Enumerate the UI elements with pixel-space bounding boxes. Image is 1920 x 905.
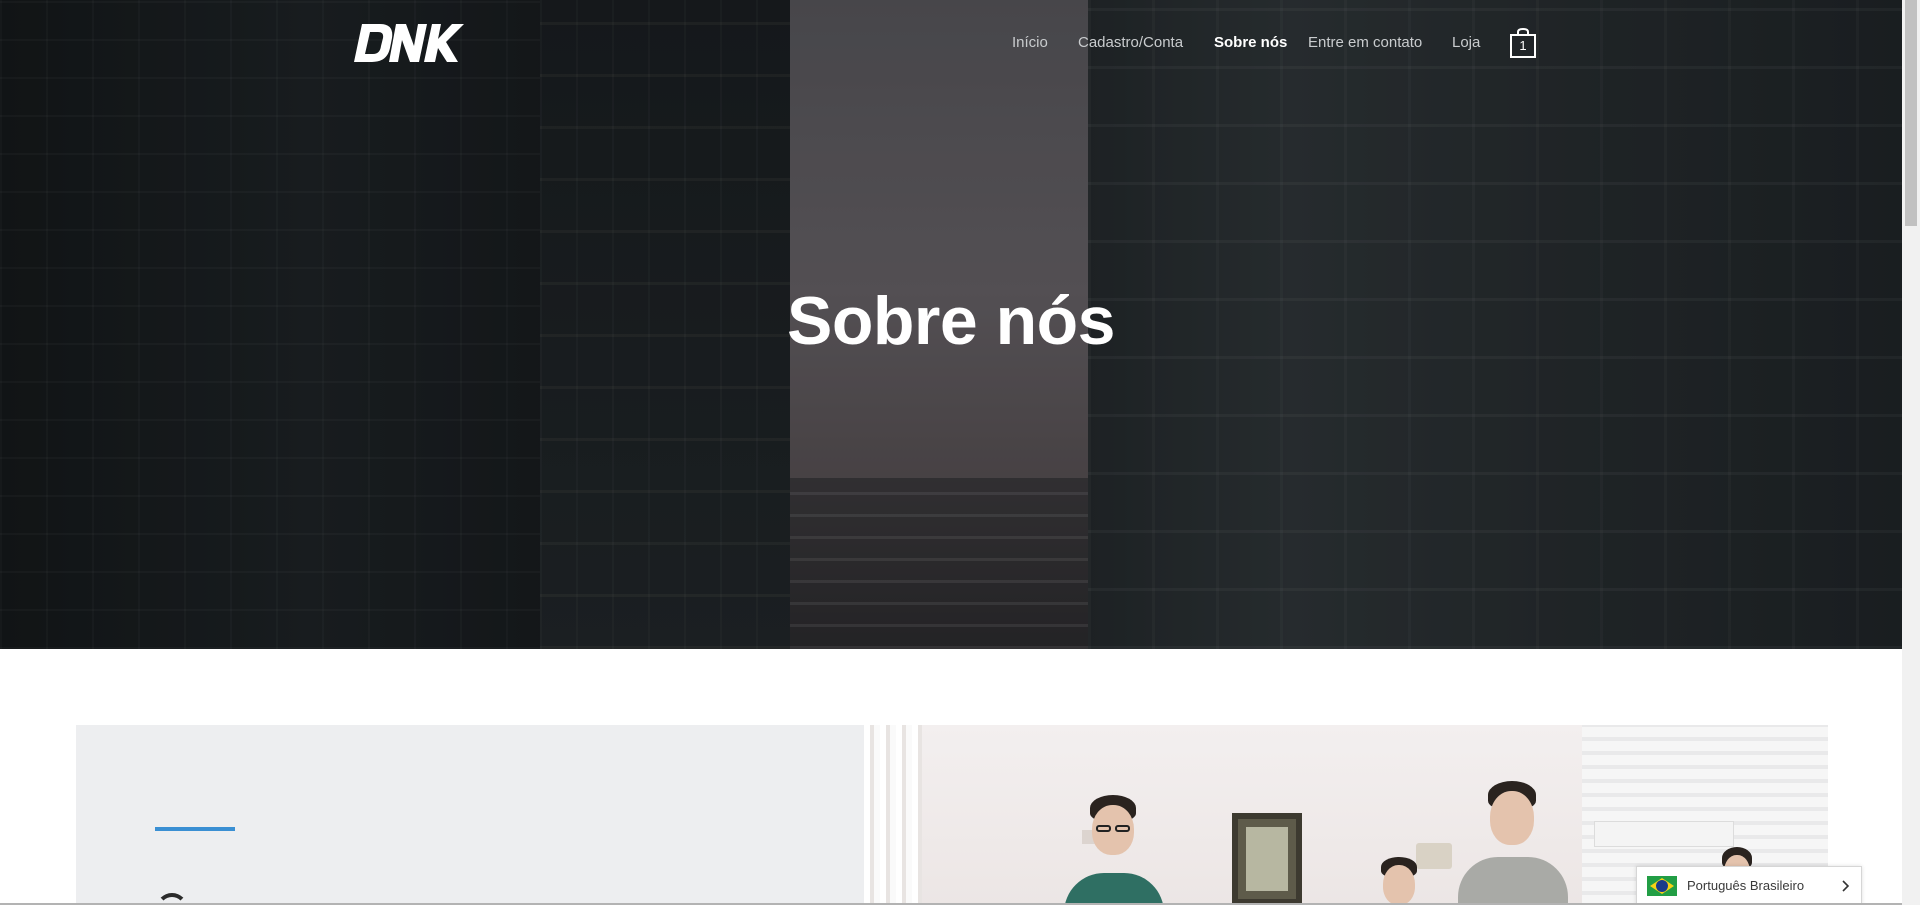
page-scrollbar[interactable]: [1902, 0, 1920, 905]
language-switcher[interactable]: Português Brasileiro: [1636, 866, 1862, 905]
nav-item-sobre-nos[interactable]: Sobre nós: [1214, 34, 1287, 51]
nav-item-entre-em-contato[interactable]: Entre em contato: [1308, 34, 1422, 51]
site-header: Início Cadastro/Conta Sobre nós Entre em…: [0, 0, 1902, 88]
photo-air-conditioner: [1594, 821, 1734, 847]
scrollbar-thumb[interactable]: [1905, 0, 1917, 226]
main-nav: Início Cadastro/Conta Sobre nós Entre em…: [0, 30, 1902, 60]
about-section: [0, 649, 1902, 905]
chevron-right-icon: [1842, 880, 1850, 892]
nav-item-cadastro-conta[interactable]: Cadastro/Conta: [1078, 34, 1183, 51]
cart-button[interactable]: 1: [1510, 27, 1536, 58]
brazil-flag-icon: [1647, 876, 1677, 896]
about-text-card: [76, 725, 864, 905]
photo-wall-frame: [1232, 813, 1302, 905]
nav-item-inicio[interactable]: Início: [1012, 34, 1048, 51]
accent-divider: [155, 827, 235, 831]
language-label: Português Brasileiro: [1687, 878, 1805, 893]
photo-curtain: [864, 725, 922, 905]
hero-banner: Sobre nós: [0, 0, 1902, 649]
page-title: Sobre nós: [787, 283, 1116, 359]
photo-wall-lamp: [1416, 843, 1452, 869]
nav-item-loja[interactable]: Loja: [1452, 34, 1480, 51]
cart-count-badge: 1: [1519, 38, 1527, 53]
